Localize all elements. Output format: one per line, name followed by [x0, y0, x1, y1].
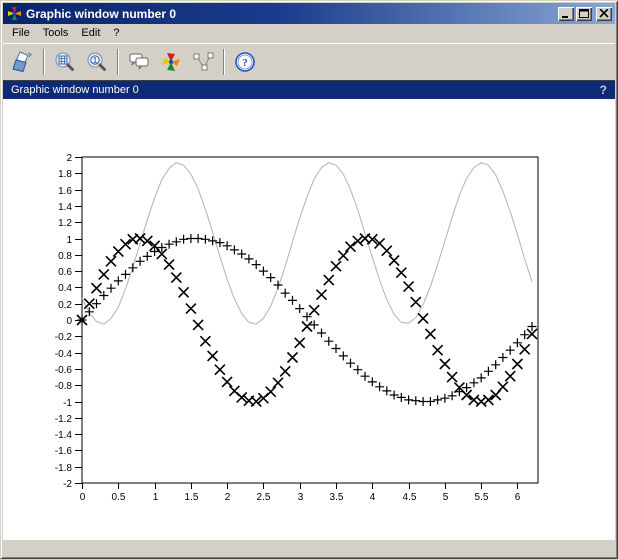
toolbar-separator — [223, 49, 225, 75]
window-title: Graphic window number 0 — [26, 7, 558, 21]
svg-text:2.5: 2.5 — [257, 492, 271, 503]
initial-zoom-icon: 1 — [85, 50, 109, 74]
svg-text:-1.6: -1.6 — [55, 446, 73, 457]
close-icon — [599, 9, 609, 18]
speech-bubbles-icon — [127, 50, 151, 74]
infobar-help-icon[interactable]: ? — [600, 83, 607, 97]
svg-text:-0.8: -0.8 — [55, 381, 73, 392]
svg-text:1: 1 — [93, 56, 98, 65]
svg-text:1.8: 1.8 — [58, 169, 72, 180]
maximize-icon — [579, 9, 589, 19]
svg-text:4: 4 — [370, 492, 376, 503]
svg-text:0: 0 — [80, 492, 86, 503]
svg-text:?: ? — [242, 57, 248, 69]
ged-dialogs-button[interactable] — [124, 47, 154, 77]
infobar-text: Graphic window number 0 — [11, 84, 600, 96]
menu-tools[interactable]: Tools — [39, 25, 78, 42]
figure-canvas[interactable]: 2 1.8 1.6 1.4 1.2 1 0.8 0.6 0.4 0.2 0 -0.2 -0.4 -0.6 -… — [3, 99, 615, 539]
svg-text:4.5: 4.5 — [403, 492, 417, 503]
toolbar-separator — [117, 49, 119, 75]
svg-text:5: 5 — [443, 492, 449, 503]
svg-text:-1.8: -1.8 — [55, 463, 73, 474]
menu-edit[interactable]: Edit — [77, 25, 109, 42]
rotate-button[interactable] — [8, 47, 38, 77]
graphic-window: Graphic window number 0 File Too — [0, 0, 618, 559]
svg-text:0.5: 0.5 — [112, 492, 126, 503]
svg-text:0.6: 0.6 — [58, 267, 72, 278]
titlebar[interactable]: Graphic window number 0 — [3, 3, 615, 24]
toolbar-separator — [43, 49, 45, 75]
color-pinwheel-icon — [159, 50, 183, 74]
rotate-squares-icon — [11, 50, 35, 74]
zoom-area-icon — [53, 50, 77, 74]
svg-text:6: 6 — [515, 492, 521, 503]
initial-zoom-button[interactable]: 1 — [82, 47, 112, 77]
zoom-area-button[interactable] — [50, 47, 80, 77]
plot-area[interactable]: 2 1.8 1.6 1.4 1.2 1 0.8 0.6 0.4 0.2 0 -0.2 -0.4 -0.6 -… — [3, 99, 615, 539]
svg-text:0.4: 0.4 — [58, 283, 72, 294]
figure-infobar: Graphic window number 0 ? — [3, 80, 615, 99]
svg-text:-0.6: -0.6 — [55, 365, 73, 376]
svg-text:1: 1 — [66, 235, 72, 246]
close-button[interactable] — [596, 7, 612, 21]
help-button[interactable]: ? — [230, 47, 260, 77]
svg-text:2: 2 — [66, 153, 72, 164]
menu-file[interactable]: File — [8, 25, 39, 42]
help-icon: ? — [233, 50, 257, 74]
statusbar — [3, 539, 615, 556]
svg-text:1.2: 1.2 — [58, 218, 72, 229]
svg-text:-2: -2 — [63, 479, 72, 490]
maximize-button[interactable] — [576, 7, 592, 21]
minimize-icon — [561, 9, 571, 19]
svg-text:3.5: 3.5 — [330, 492, 344, 503]
svg-text:5.5: 5.5 — [475, 492, 489, 503]
svg-text:-0.2: -0.2 — [55, 332, 73, 343]
svg-text:0.8: 0.8 — [58, 251, 72, 262]
svg-text:1.4: 1.4 — [58, 202, 72, 213]
scilab-app-icon — [7, 6, 22, 21]
menu-help[interactable]: ? — [109, 25, 128, 42]
svg-text:-1.4: -1.4 — [55, 430, 73, 441]
svg-text:-1: -1 — [63, 398, 72, 409]
minimize-button[interactable] — [558, 7, 574, 21]
svg-text:0: 0 — [66, 316, 72, 327]
datatip-polyline-button[interactable] — [188, 47, 218, 77]
svg-text:1: 1 — [153, 492, 159, 503]
svg-text:2: 2 — [225, 492, 231, 503]
colored-surface-button[interactable] — [156, 47, 186, 77]
svg-text:-0.4: -0.4 — [55, 349, 73, 360]
svg-text:1.5: 1.5 — [185, 492, 199, 503]
svg-text:3: 3 — [298, 492, 304, 503]
menubar: File Tools Edit ? — [3, 24, 615, 43]
toolbar: 1 — [3, 43, 615, 80]
svg-text:0.2: 0.2 — [58, 300, 72, 311]
datatip-polyline-icon — [191, 50, 215, 74]
svg-text:1.6: 1.6 — [58, 186, 72, 197]
svg-text:-1.2: -1.2 — [55, 414, 73, 425]
